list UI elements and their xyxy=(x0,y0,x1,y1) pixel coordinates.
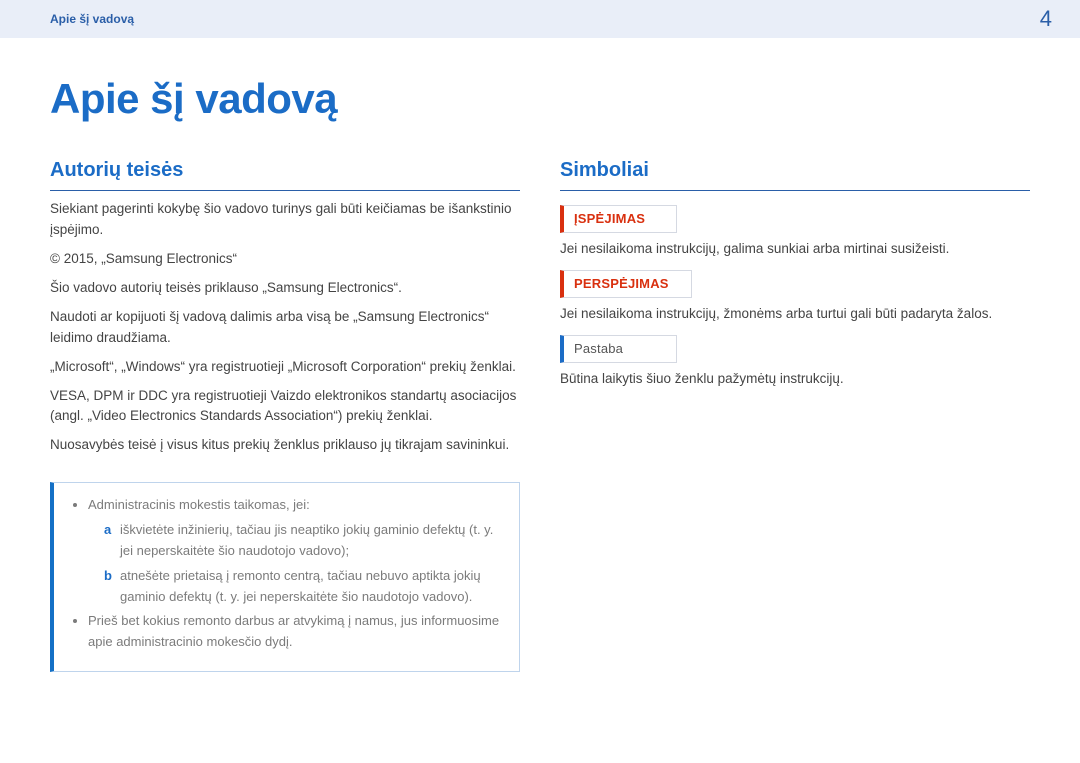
list-letter-b: b xyxy=(104,566,112,587)
admin-fee-item-a-text: iškvietėte inžinierių, tačiau jis neapti… xyxy=(120,522,493,558)
copyright-para-1: © 2015, „Samsung Electronics“ xyxy=(50,249,520,270)
breadcrumb: Apie šį vadovą xyxy=(50,10,134,29)
page-number: 4 xyxy=(1040,2,1052,36)
copyright-para-0: Siekiant pagerinti kokybę šio vadovo tur… xyxy=(50,199,520,241)
column-right: Simboliai ĮSPĖJIMAS Jei nesilaikoma inst… xyxy=(560,155,1030,672)
admin-fee-lead: Administracinis mokestis taikomas, jei: … xyxy=(88,495,501,607)
copyright-para-3: Naudoti ar kopijuoti šį vadovą dalimis a… xyxy=(50,307,520,349)
note-text: Būtina laikytis šiuo ženklu pažymėtų ins… xyxy=(560,369,1030,390)
caution-label: PERSPĖJIMAS xyxy=(560,270,692,298)
copyright-para-4: „Microsoft“, „Windows“ yra registruotiej… xyxy=(50,357,520,378)
copyright-para-2: Šio vadovo autorių teisės priklauso „Sam… xyxy=(50,278,520,299)
heading-symbols: Simboliai xyxy=(560,155,1030,191)
copyright-para-5: VESA, DPM ir DDC yra registruotieji Vaiz… xyxy=(50,386,520,428)
page-title: Apie šį vadovą xyxy=(50,66,1030,131)
admin-fee-item-b-text: atnešėte prietaisą į remonto centrą, tač… xyxy=(120,568,481,604)
admin-fee-lead-text: Administracinis mokestis taikomas, jei: xyxy=(88,497,310,512)
admin-fee-item-a: a iškvietėte inžinierių, tačiau jis neap… xyxy=(104,520,501,562)
heading-copyright: Autorių teisės xyxy=(50,155,520,191)
admin-fee-item-b: b atnešėte prietaisą į remonto centrą, t… xyxy=(104,566,501,608)
list-letter-a: a xyxy=(104,520,111,541)
admin-fee-box: Administracinis mokestis taikomas, jei: … xyxy=(50,482,520,672)
admin-fee-tail: Prieš bet kokius remonto darbus ar atvyk… xyxy=(88,611,501,653)
warning-text: Jei nesilaikoma instrukcijų, galima sunk… xyxy=(560,239,1030,260)
note-label: Pastaba xyxy=(560,335,677,363)
page-content: Apie šį vadovą Autorių teisės Siekiant p… xyxy=(0,38,1080,672)
columns: Autorių teisės Siekiant pagerinti kokybę… xyxy=(50,155,1030,672)
column-left: Autorių teisės Siekiant pagerinti kokybę… xyxy=(50,155,520,672)
header-bar: Apie šį vadovą 4 xyxy=(0,0,1080,38)
caution-text: Jei nesilaikoma instrukcijų, žmonėms arb… xyxy=(560,304,1030,325)
copyright-para-6: Nuosavybės teisė į visus kitus prekių že… xyxy=(50,435,520,456)
warning-label: ĮSPĖJIMAS xyxy=(560,205,677,233)
